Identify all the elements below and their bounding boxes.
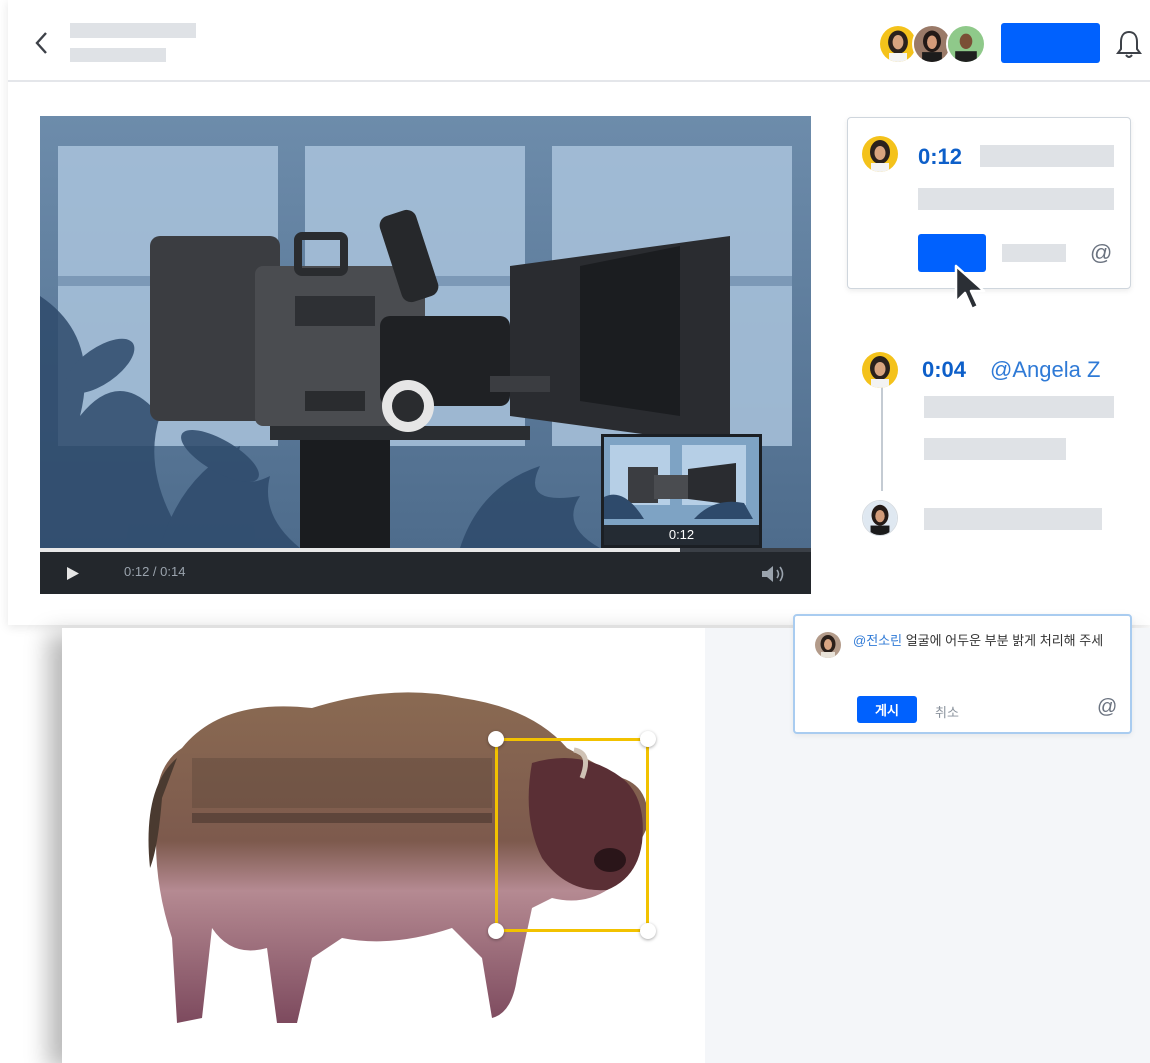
back-button[interactable] — [32, 30, 52, 56]
image-comment-composer[interactable]: @전소린 얼굴에 어두운 부분 밝게 처리해 주세 게시 취소 @ — [793, 614, 1132, 734]
bell-icon[interactable] — [1114, 28, 1144, 60]
mouse-pointer-icon — [954, 264, 986, 311]
file-title-placeholder — [70, 23, 196, 38]
comment-body: 얼굴에 어두운 부분 밝게 처리해 주세 — [902, 633, 1104, 648]
resize-handle-bottom-right[interactable] — [640, 923, 656, 939]
at-icon[interactable]: @ — [1090, 240, 1112, 266]
thumbnail-timestamp: 0:12 — [604, 525, 759, 545]
comment-mention[interactable]: @전소린 — [853, 633, 902, 648]
comment-text-placeholder — [918, 188, 1114, 210]
collaborator-avatars[interactable] — [878, 24, 988, 64]
resize-handle-bottom-left[interactable] — [488, 923, 504, 939]
avatar[interactable] — [946, 24, 986, 64]
avatar — [815, 632, 841, 658]
resize-handle-top-right[interactable] — [640, 731, 656, 747]
comment-author-placeholder — [980, 145, 1114, 167]
avatar — [862, 500, 898, 536]
thread-comment-mention[interactable]: @Angela Z — [990, 357, 1100, 383]
video-player[interactable]: 0:12 0:12 / 0:14 — [40, 116, 811, 594]
thread-comment-timestamp[interactable]: 0:04 — [922, 357, 966, 383]
region-selection-box[interactable] — [488, 731, 656, 939]
scrub-thumbnail-preview: 0:12 — [601, 434, 762, 548]
comment-text[interactable]: @전소린 얼굴에 어두운 부분 밝게 처리해 주세 — [853, 632, 1115, 650]
thread-comment-line-1 — [924, 396, 1114, 418]
at-icon[interactable]: @ — [1097, 696, 1117, 719]
play-icon[interactable] — [66, 566, 80, 581]
post-button[interactable]: 게시 — [857, 696, 917, 723]
image-preview[interactable] — [62, 628, 705, 1063]
video-review-card: 0:12 0:12 / 0:14 0:12 @ 0:04 @Angela Z — [8, 0, 1150, 625]
cancel-button[interactable]: 취소 — [935, 702, 959, 721]
volume-icon[interactable] — [760, 565, 788, 583]
thread-connector — [881, 385, 883, 491]
time-display: 0:12 / 0:14 — [124, 564, 186, 579]
top-bar — [8, 0, 1150, 82]
cancel-button-placeholder[interactable] — [1002, 244, 1066, 262]
avatar — [862, 352, 898, 388]
comment-timestamp[interactable]: 0:12 — [918, 144, 962, 170]
chevron-left-icon — [35, 32, 47, 54]
reply-input-placeholder[interactable] — [924, 508, 1102, 530]
image-review-card: @전소린 얼굴에 어두운 부분 밝게 처리해 주세 게시 취소 @ — [62, 614, 1150, 1063]
thread-comment-line-2 — [924, 438, 1066, 460]
resize-handle-top-left[interactable] — [488, 731, 504, 747]
video-controls: 0:12 / 0:14 — [40, 552, 811, 594]
file-subtitle-placeholder — [70, 48, 166, 62]
share-button[interactable] — [1001, 23, 1100, 63]
thumbnail-frame — [604, 437, 753, 519]
avatar — [862, 136, 898, 172]
